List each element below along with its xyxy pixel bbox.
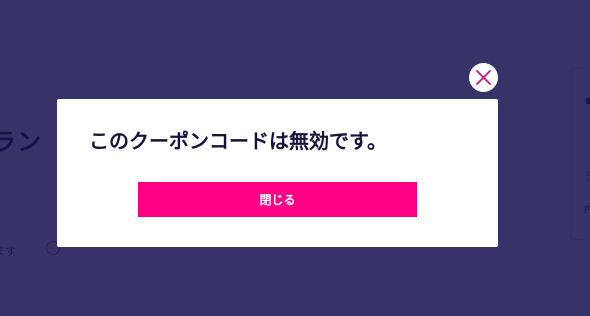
dialog-close-button[interactable] xyxy=(469,63,498,92)
close-dialog-button[interactable]: 閉じる xyxy=(138,182,417,217)
close-icon xyxy=(476,70,491,85)
coupon-error-dialog: このクーポンコードは無効です。 閉じる xyxy=(57,99,498,247)
page: ラン ます ラ P このクーポンコードは無効です。 閉じる xyxy=(0,0,590,316)
dialog-message: このクーポンコードは無効です。 xyxy=(89,129,387,153)
